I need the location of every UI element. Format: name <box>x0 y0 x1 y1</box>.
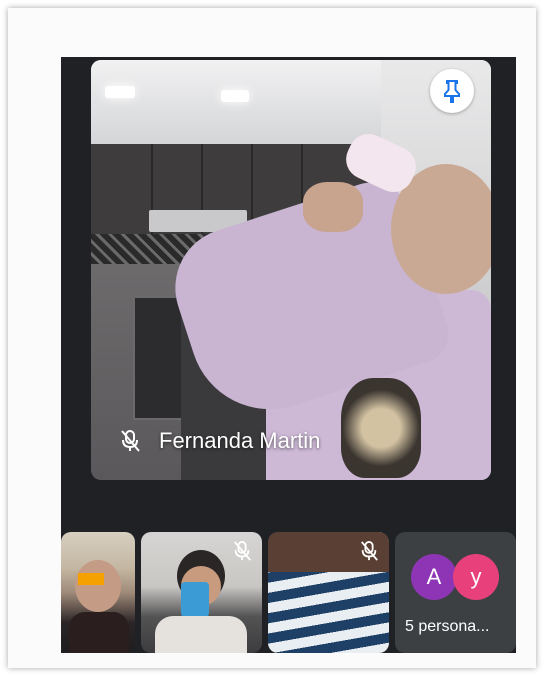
blue-cup <box>181 582 209 620</box>
ceiling-light <box>221 90 249 102</box>
mic-off-icon <box>234 541 251 561</box>
mic-off-icon <box>121 430 140 452</box>
others-count-label: 5 persona... <box>405 618 490 635</box>
participant-face <box>75 560 121 612</box>
sequin-design <box>341 378 421 478</box>
avatar: y <box>453 554 499 600</box>
participant-tile[interactable] <box>141 532 262 653</box>
participant-shirt <box>69 612 129 653</box>
others-tile[interactable]: A y 5 persona... <box>395 532 516 653</box>
pin-icon <box>444 80 460 103</box>
participant-tile[interactable] <box>61 532 135 653</box>
main-video-tile[interactable]: Fernanda Martin <box>91 60 491 480</box>
meeting-screen: Fernanda Martin A y 5 persona... <box>61 57 516 653</box>
avatar: A <box>411 554 457 600</box>
participant-thumbnails: A y 5 persona... <box>61 532 516 653</box>
avatar-group: A y <box>411 554 503 604</box>
speaker-name: Fernanda Martin <box>159 428 321 453</box>
redaction-box <box>78 573 104 585</box>
mic-off-icon <box>361 541 378 561</box>
participant-shirt <box>155 616 247 653</box>
participant-tile[interactable] <box>268 532 389 653</box>
speaker-name-row: Fernanda Martin <box>119 428 320 454</box>
stove <box>133 296 183 420</box>
pin-button[interactable] <box>430 69 474 113</box>
person-hand <box>303 182 363 232</box>
screenshot-frame: Fernanda Martin A y 5 persona... <box>8 8 536 668</box>
ceiling-light <box>105 86 135 98</box>
